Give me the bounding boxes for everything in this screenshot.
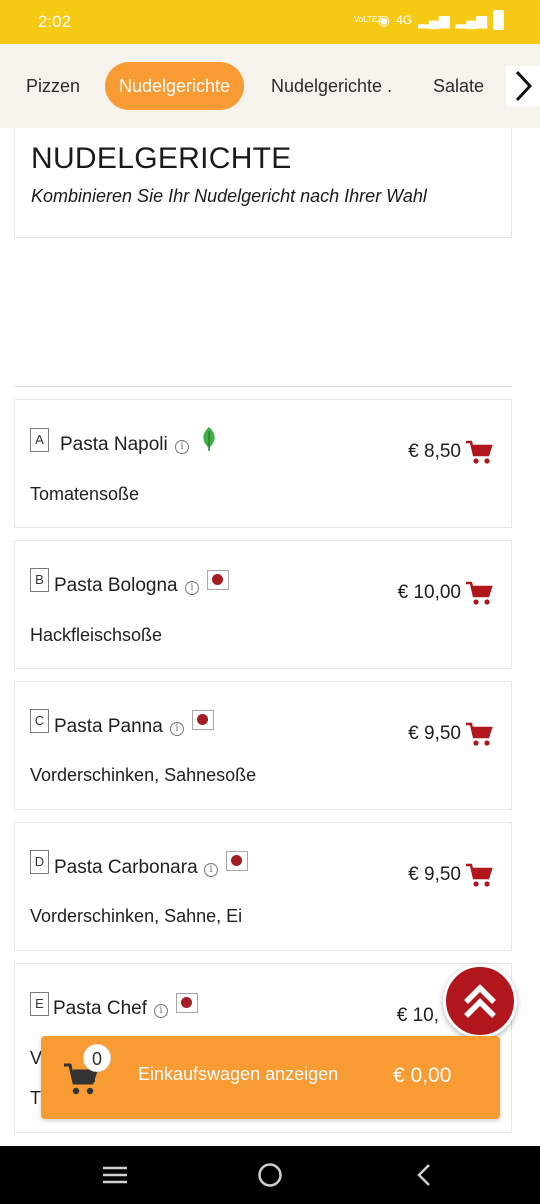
battery-icon (493, 10, 504, 30)
double-chevron-up-icon (464, 984, 496, 1018)
category-tab-bar: Pizzen Nudelgerichte Nudelgerichte . Sal… (0, 44, 540, 128)
item-name: Pasta Bologna (54, 575, 178, 596)
cart-label: Einkaufswagen anzeigen (138, 1064, 339, 1084)
item-description-2: T (30, 1088, 41, 1108)
info-icon[interactable]: i (154, 1004, 168, 1018)
divider (14, 386, 512, 387)
info-icon[interactable]: i (175, 440, 189, 454)
add-to-cart-icon[interactable] (465, 581, 493, 607)
scroll-to-top-button[interactable] (443, 964, 517, 1038)
item-description: Vorderschinken, Sahne, Ei (30, 906, 243, 926)
add-to-cart-icon[interactable] (465, 722, 493, 748)
cart-count-badge: 0 (83, 1044, 111, 1072)
item-description: Vorderschinken, Sahnesoße (30, 765, 257, 785)
signal-icon-2: ▂▄▆ (455, 11, 487, 28)
item-price: € 10,00 (397, 582, 461, 603)
vegetarian-leaf-icon (203, 427, 215, 451)
back-icon[interactable] (410, 1162, 440, 1188)
tab-nudelgerichte[interactable]: Nudelgerichte (105, 62, 245, 110)
add-to-cart-icon[interactable] (465, 440, 493, 466)
section-heading-card: NUDELGERICHTE Kombinieren Sie Ihr Nudelg… (14, 128, 512, 238)
info-icon[interactable]: i (170, 722, 184, 736)
wifi-icon: ◉ (377, 11, 391, 28)
meat-icon (226, 851, 248, 871)
home-icon[interactable] (255, 1162, 285, 1188)
view-cart-button[interactable]: Einkaufswagen anzeigen € 0,00 (41, 1036, 500, 1119)
status-bar: 2:02 VoLTE2 ◉ 4G ▂▄▆ ▂▄▆ (0, 0, 540, 44)
status-icons: VoLTE2 ◉ 4G ▂▄▆ ▂▄▆ (354, 10, 504, 30)
item-price: € 9,50 (408, 864, 461, 885)
item-letter: C (30, 709, 49, 733)
tabs-next-button[interactable] (506, 66, 540, 106)
info-icon[interactable]: i (204, 863, 218, 877)
item-price: € 8,50 (408, 441, 461, 462)
system-navigation-bar (0, 1146, 540, 1204)
menu-item-pasta-carbonara[interactable]: D Pasta Carbonara i € 9,50 Vorderschinke… (14, 822, 512, 951)
section-title: NUDELGERICHTE (31, 142, 292, 175)
meat-icon (207, 570, 229, 590)
menu-item-pasta-bologna[interactable]: B Pasta Bologna i € 10,00 Hackfleischsoß… (14, 540, 512, 669)
info-icon[interactable]: i (185, 581, 199, 595)
item-letter: E (30, 992, 49, 1016)
chevron-right-icon (515, 70, 533, 102)
item-letter: A (30, 428, 49, 452)
recent-apps-icon[interactable] (100, 1162, 130, 1188)
item-name: Pasta Napoli (60, 434, 168, 455)
menu-item-pasta-panna[interactable]: C Pasta Panna i € 9,50 Vorderschinken, S… (14, 681, 512, 810)
item-letter: B (30, 568, 49, 592)
cart-total: € 0,00 (393, 1064, 452, 1087)
section-subtitle: Kombinieren Sie Ihr Nudelgericht nach Ih… (31, 186, 427, 206)
tab-pizzen[interactable]: Pizzen (26, 62, 80, 110)
network-type: 4G (396, 13, 413, 27)
item-name: Pasta Chef (53, 998, 147, 1019)
meat-icon (192, 710, 214, 730)
item-price: € 9,50 (408, 723, 461, 744)
item-letter: D (30, 850, 49, 874)
add-to-cart-icon[interactable] (465, 863, 493, 889)
item-price: € 10, (396, 1005, 439, 1026)
item-name: Pasta Carbonara (54, 857, 198, 878)
tab-salate[interactable]: Salate (433, 62, 484, 110)
volte-indicator: VoLTE2 (353, 15, 382, 24)
signal-icon: ▂▄▆ (418, 11, 450, 28)
meat-icon (176, 993, 198, 1013)
menu-item-pasta-napoli[interactable]: A Pasta Napoli i € 8,50 Tomatensoße (14, 399, 512, 528)
item-description: Tomatensoße (30, 484, 140, 504)
tab-nudelgerichte-2[interactable]: Nudelgerichte . (271, 62, 392, 110)
status-time: 2:02 (38, 12, 72, 31)
item-description: Hackfleischsoße (30, 625, 163, 645)
item-name: Pasta Panna (54, 716, 163, 737)
